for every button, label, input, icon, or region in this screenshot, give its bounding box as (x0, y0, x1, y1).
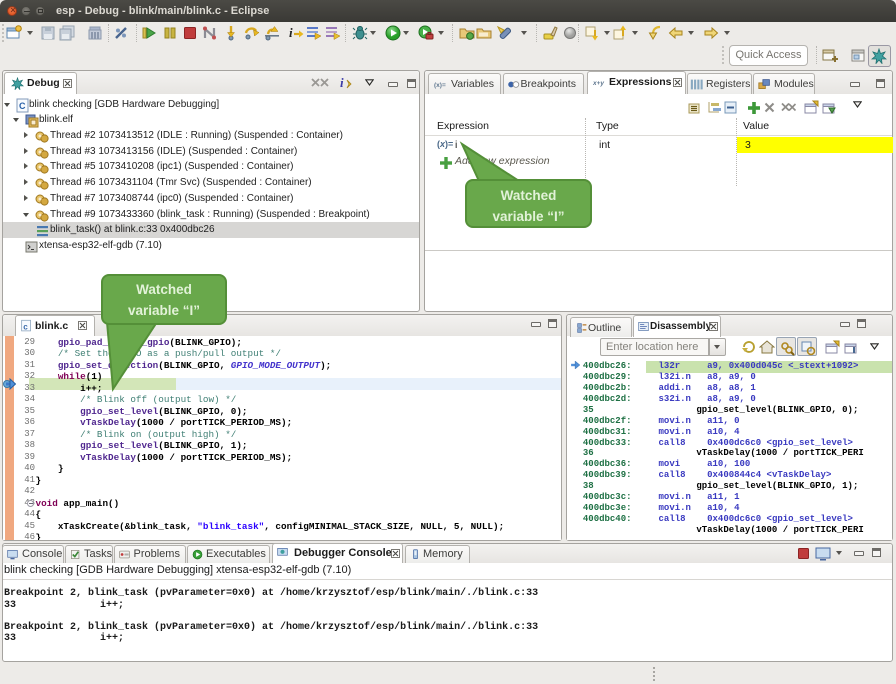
svg-text:i: i (289, 25, 293, 40)
svg-text:x+y: x+y (593, 80, 604, 87)
svg-text:C: C (19, 101, 26, 111)
svg-text:(x)=: (x)= (434, 81, 446, 88)
svg-text:i: i (340, 75, 344, 90)
svg-text:c: c (23, 322, 28, 331)
